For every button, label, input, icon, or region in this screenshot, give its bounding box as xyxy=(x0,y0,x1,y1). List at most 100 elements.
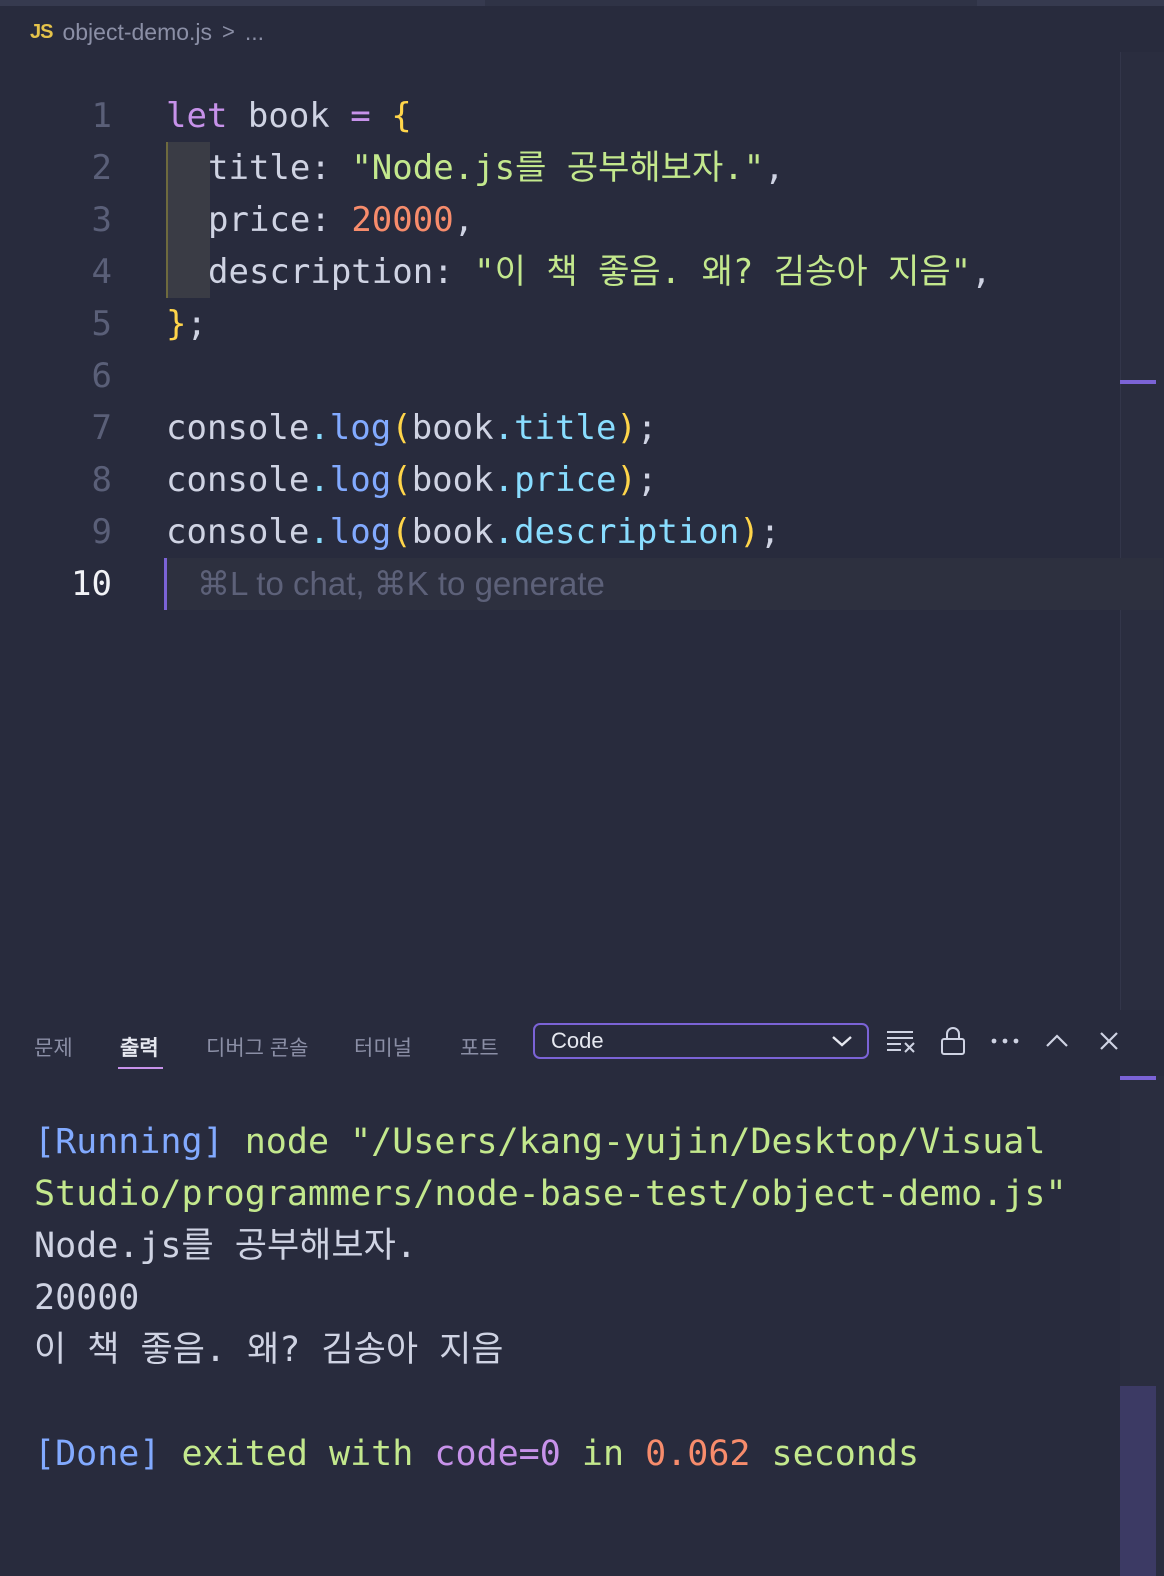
code-line[interactable]: 9 console.log(book.description); xyxy=(0,506,1160,558)
code-text: let book = { xyxy=(166,90,412,142)
line-number: 3 xyxy=(91,200,112,240)
code-line[interactable]: 8 console.log(book.price); xyxy=(0,454,1160,506)
chevron-up-icon[interactable] xyxy=(1040,1024,1074,1058)
line-number: 2 xyxy=(91,148,112,188)
keyword-token: let xyxy=(166,96,228,136)
code-line[interactable]: 7 console.log(book.title); xyxy=(0,402,1160,454)
breadcrumb-file[interactable]: object-demo.js xyxy=(62,19,212,46)
tab-debug-console[interactable]: 디버그 콘솔 xyxy=(206,1032,308,1062)
code-line[interactable]: 2 title: "Node.js를 공부해보자.", xyxy=(0,142,1160,194)
output-line-running-cont: Studio/programmers/node-base-test/object… xyxy=(34,1168,1067,1220)
paren-token: ) xyxy=(739,512,760,552)
select-value: Code xyxy=(551,1028,604,1053)
operator-token: = xyxy=(350,96,371,136)
semicolon-token: ; xyxy=(759,512,781,552)
property-token: title xyxy=(514,408,617,448)
cursor-line[interactable]: ⌘L to chat, ⌘K to generate xyxy=(164,558,1163,610)
done-seconds: seconds xyxy=(750,1434,920,1474)
javascript-file-icon: JS xyxy=(30,20,53,43)
comma-token: , xyxy=(764,148,785,188)
output-channel-select[interactable]: Code xyxy=(533,1023,869,1059)
output-log-line: 20000 xyxy=(34,1278,140,1318)
identifier-token: console xyxy=(166,460,310,500)
string-token: "이 책 좋음. 왜? 김송아 지음" xyxy=(474,252,972,292)
done-in: in xyxy=(560,1434,646,1474)
close-icon[interactable] xyxy=(1092,1024,1126,1058)
code-line[interactable]: 3 price: 20000, xyxy=(0,194,1160,246)
paren-token: ) xyxy=(616,408,637,448)
identifier-token: console xyxy=(166,408,310,448)
dot-token: . xyxy=(309,408,330,448)
line-number: 5 xyxy=(91,304,112,344)
brace-token: { xyxy=(391,96,412,136)
identifier-token: book xyxy=(411,512,494,552)
lock-icon[interactable] xyxy=(936,1024,970,1058)
code-line[interactable]: 4 description: "이 책 좋음. 왜? 김송아 지음", xyxy=(0,246,1160,298)
running-command-cont: Studio/programmers/node-base-test/object… xyxy=(34,1174,1067,1214)
semicolon-token: ; xyxy=(186,304,207,344)
paren-token: ( xyxy=(391,512,412,552)
line-number: 4 xyxy=(91,252,112,292)
code-text: console.log(book.price); xyxy=(166,454,657,506)
code-text: console.log(book.description); xyxy=(166,506,780,558)
output-line-done: [Done] exited with code=0 in 0.062 secon… xyxy=(34,1428,1067,1480)
done-text: exited with xyxy=(160,1434,435,1474)
brace-token: } xyxy=(166,304,187,344)
breadcrumb-separator-icon: > xyxy=(222,19,235,44)
paren-token: ) xyxy=(616,460,637,500)
dot-token: . xyxy=(493,408,515,448)
indent-guide xyxy=(166,246,210,298)
line-number: 8 xyxy=(91,460,112,500)
comma-token: , xyxy=(453,200,475,240)
output-log-line: Node.js를 공부해보자. xyxy=(34,1226,417,1266)
output-scroll-marker xyxy=(1120,1076,1156,1080)
output-scroll-thumb[interactable] xyxy=(1120,1386,1156,1576)
indent-guide xyxy=(166,142,210,194)
string-token: "Node.js를 공부해보자." xyxy=(351,148,765,188)
tab-output[interactable]: 출력 xyxy=(118,1032,163,1069)
colon-token: : xyxy=(310,148,352,188)
paren-token: ( xyxy=(391,408,412,448)
top-tab-strip xyxy=(0,0,1164,6)
code-text: price: 20000, xyxy=(208,194,474,246)
dot-token: . xyxy=(493,460,515,500)
output-panel: 문제 출력 디버그 콘솔 터미널 포트 Code [Running] node … xyxy=(0,1010,1164,1576)
chevron-down-icon xyxy=(832,1036,852,1047)
code-text: title: "Node.js를 공부해보자.", xyxy=(208,142,785,194)
property-key-token: title xyxy=(208,148,311,188)
line-number: 1 xyxy=(91,96,112,136)
function-token: log xyxy=(329,408,392,448)
ai-chat-hint: ⌘L to chat, ⌘K to generate xyxy=(197,565,605,602)
clear-output-icon[interactable] xyxy=(884,1024,918,1058)
running-tag: [Running] xyxy=(34,1122,224,1162)
property-token: price xyxy=(514,460,617,500)
colon-token: : xyxy=(433,252,475,292)
tab-terminal[interactable]: 터미널 xyxy=(354,1032,412,1062)
dot-token: . xyxy=(309,512,330,552)
code-line[interactable]: 5 }; xyxy=(0,298,1160,350)
code-line[interactable]: 6 xyxy=(0,350,1160,402)
editor-tab-area-right xyxy=(977,0,1164,6)
line-number-active: 10 xyxy=(71,564,112,604)
line-number: 6 xyxy=(91,356,112,396)
indent-guide xyxy=(166,194,210,246)
output-line-running: [Running] node "/Users/kang-yujin/Deskto… xyxy=(34,1116,1067,1168)
property-key-token: price xyxy=(208,200,311,240)
panel-tabs: 문제 출력 디버그 콘솔 터미널 포트 Code xyxy=(0,1010,1164,1076)
code-line-active[interactable]: 10 ⌘L to chat, ⌘K to generate xyxy=(0,558,1163,610)
semicolon-token: ; xyxy=(636,460,658,500)
done-tag: [Done] xyxy=(34,1434,161,1474)
dot-token: . xyxy=(493,512,515,552)
tab-problems[interactable]: 문제 xyxy=(34,1032,73,1062)
breadcrumb-more[interactable]: ... xyxy=(245,19,264,46)
line-number: 7 xyxy=(91,408,112,448)
dot-token: . xyxy=(309,460,330,500)
line-number: 9 xyxy=(91,512,112,552)
code-line[interactable]: 1 let book = { xyxy=(0,90,1160,142)
tab-ports[interactable]: 포트 xyxy=(460,1032,499,1062)
identifier-token: book xyxy=(411,408,494,448)
property-key-token: description xyxy=(208,252,434,292)
code-text: console.log(book.title); xyxy=(166,402,657,454)
more-icon[interactable] xyxy=(988,1024,1022,1058)
